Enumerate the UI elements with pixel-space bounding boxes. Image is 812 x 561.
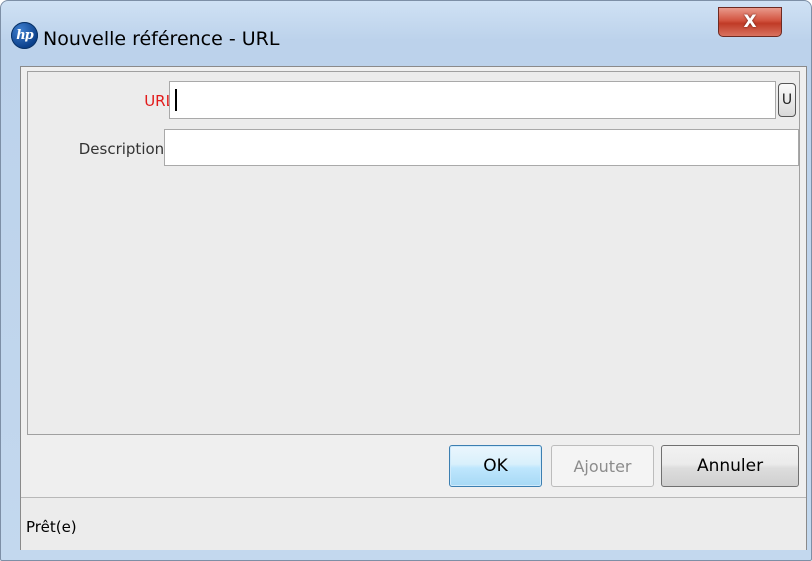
dialog-content: URL: U Description : OK Ajouter Annuler … <box>20 66 807 550</box>
description-input[interactable] <box>164 129 799 166</box>
text-caret <box>175 89 177 111</box>
close-icon: X <box>743 12 757 32</box>
url-open-button[interactable]: U <box>778 83 796 117</box>
hp-logo-icon: hp <box>11 22 38 49</box>
window-title: Nouvelle référence - URL <box>43 28 280 50</box>
dialog-window: hp Nouvelle référence - URL X URL: U Des… <box>0 0 812 561</box>
title-bar[interactable]: hp Nouvelle référence - URL X <box>1 1 811 61</box>
hp-logo-text: hp <box>16 28 34 43</box>
url-input[interactable] <box>169 81 776 119</box>
ok-button[interactable]: OK <box>449 445 542 487</box>
form-panel: URL: U Description : <box>27 71 800 435</box>
close-button[interactable]: X <box>718 7 782 37</box>
status-bar: Prêt(e) <box>21 498 806 550</box>
add-button: Ajouter <box>551 445 654 487</box>
cancel-button[interactable]: Annuler <box>661 445 799 487</box>
description-label: Description : <box>78 140 174 158</box>
status-text: Prêt(e) <box>26 518 77 536</box>
